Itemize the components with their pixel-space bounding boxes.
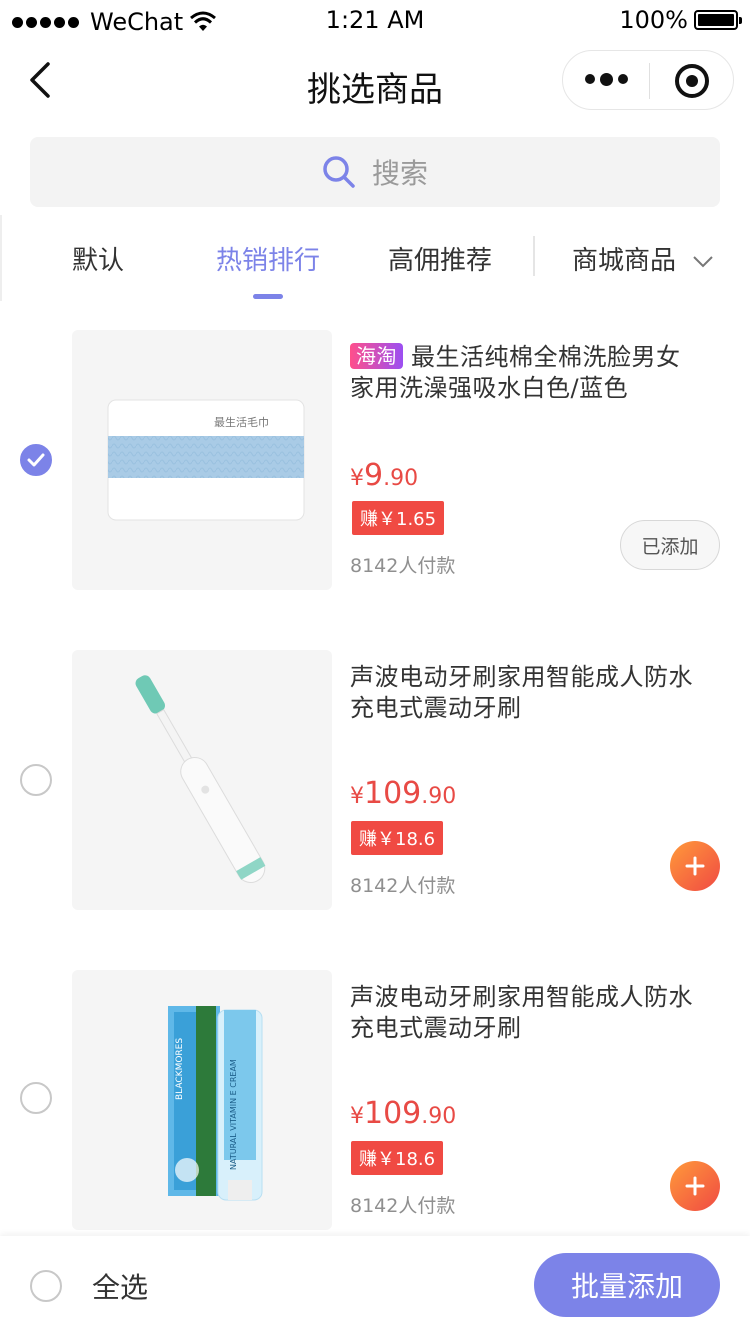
product-price: ¥109.90 [350, 776, 456, 811]
tab-mall-products-label: 商城商品 [572, 246, 677, 276]
batch-add-button[interactable]: 批量添加 [534, 1253, 720, 1317]
tab-mall-products[interactable]: 商城商品 [572, 240, 714, 277]
product-checkbox[interactable] [20, 444, 52, 476]
add-button[interactable] [670, 1161, 720, 1211]
price-integer: 109 [364, 1096, 422, 1131]
sales-count: 8142人付款 [350, 1195, 456, 1217]
towel-illustration [107, 399, 305, 521]
product-checkbox[interactable] [20, 764, 52, 796]
price-decimal: .90 [421, 1104, 457, 1129]
sales-count: 8142人付款 [350, 555, 456, 577]
add-button[interactable] [670, 841, 720, 891]
product-price: ¥109.90 [350, 1096, 456, 1131]
tab-high-commission[interactable]: 高佣推荐 [388, 240, 492, 277]
miniprogram-capsule [562, 50, 734, 110]
tab-default[interactable]: 默认 [72, 240, 124, 277]
select-all-label[interactable]: 全选 [92, 1266, 148, 1306]
status-bar: WeChat 1:21 AM 100% [0, 0, 750, 42]
product-title: 声波电动牙刷家用智能成人防水充电式震动牙刷 [350, 983, 693, 1042]
search-box[interactable]: 搜索 [30, 137, 720, 207]
product-item[interactable]: 最生活毛巾 海淘 最生活纯棉全棉洗脸男女家用洗澡强吸水白色/蓝色 ¥9.90 赚￥… [0, 330, 750, 592]
product-title: 声波电动牙刷家用智能成人防水充电式震动牙刷 [350, 663, 693, 722]
product-image-towel[interactable]: 最生活毛巾 [72, 330, 332, 590]
capsule-divider [649, 63, 650, 99]
added-button[interactable]: 已添加 [620, 520, 720, 570]
product-checkbox[interactable] [20, 1082, 52, 1114]
overseas-tag: 海淘 [350, 343, 403, 369]
nav-bar: 挑选商品 [0, 42, 750, 126]
towel-brand-print: 最生活毛巾 [214, 416, 269, 429]
tab-hot-sales[interactable]: 热销排行 [216, 240, 320, 277]
cream-package-text: NATURAL VITAMIN E CREAM [229, 1059, 238, 1170]
product-price: ¥9.90 [350, 458, 418, 493]
more-options-icon[interactable] [585, 73, 633, 86]
select-all-checkbox[interactable] [30, 1270, 62, 1302]
toothbrush-illustration [135, 675, 266, 883]
close-miniprogram-icon[interactable] [675, 64, 709, 98]
filter-tabs: 默认 热销排行 高佣推荐 商城商品 [0, 228, 750, 308]
cream-illustration [168, 1006, 263, 1201]
product-item[interactable]: BLACKMORES NATURAL VITAMIN E CREAM 声波电动牙… [0, 970, 750, 1232]
active-tab-indicator [253, 294, 283, 299]
plus-icon [685, 856, 705, 876]
commission-badge: 赚￥1.65 [352, 501, 445, 535]
product-title: 海淘 最生活纯棉全棉洗脸男女家用洗澡强吸水白色/蓝色 [350, 342, 700, 404]
price-integer: 109 [364, 776, 422, 811]
product-info: 声波电动牙刷家用智能成人防水充电式震动牙刷 [350, 982, 700, 1044]
cream-package-brand: BLACKMORES [175, 1037, 185, 1100]
chevron-down-icon [693, 255, 713, 267]
product-info: 海淘 最生活纯棉全棉洗脸男女家用洗澡强吸水白色/蓝色 [350, 342, 700, 404]
tab-divider [533, 236, 535, 276]
product-image-toothbrush[interactable] [72, 650, 332, 910]
commission-badge: 赚￥18.6 [351, 821, 444, 855]
product-image-cream[interactable]: BLACKMORES NATURAL VITAMIN E CREAM [72, 970, 332, 1230]
battery-icon [694, 10, 742, 30]
check-icon [27, 453, 45, 467]
bottom-action-bar: 全选 批量添加 [0, 1236, 750, 1334]
price-integer: 9 [364, 458, 384, 493]
search-icon [323, 156, 355, 188]
currency-symbol: ¥ [350, 784, 364, 809]
currency-symbol: ¥ [350, 1104, 364, 1129]
battery-group: 100% [619, 6, 742, 34]
product-info: 声波电动牙刷家用智能成人防水充电式震动牙刷 [350, 662, 700, 724]
price-decimal: .90 [383, 466, 419, 491]
battery-percent: 100% [619, 6, 688, 34]
product-item[interactable]: 声波电动牙刷家用智能成人防水充电式震动牙刷 ¥109.90 赚￥18.6 814… [0, 650, 750, 912]
commission-badge: 赚￥18.6 [351, 1141, 444, 1175]
price-decimal: .90 [421, 784, 457, 809]
currency-symbol: ¥ [350, 466, 364, 491]
search-placeholder: 搜索 [371, 157, 428, 190]
plus-icon [685, 1176, 705, 1196]
sales-count: 8142人付款 [350, 875, 456, 897]
